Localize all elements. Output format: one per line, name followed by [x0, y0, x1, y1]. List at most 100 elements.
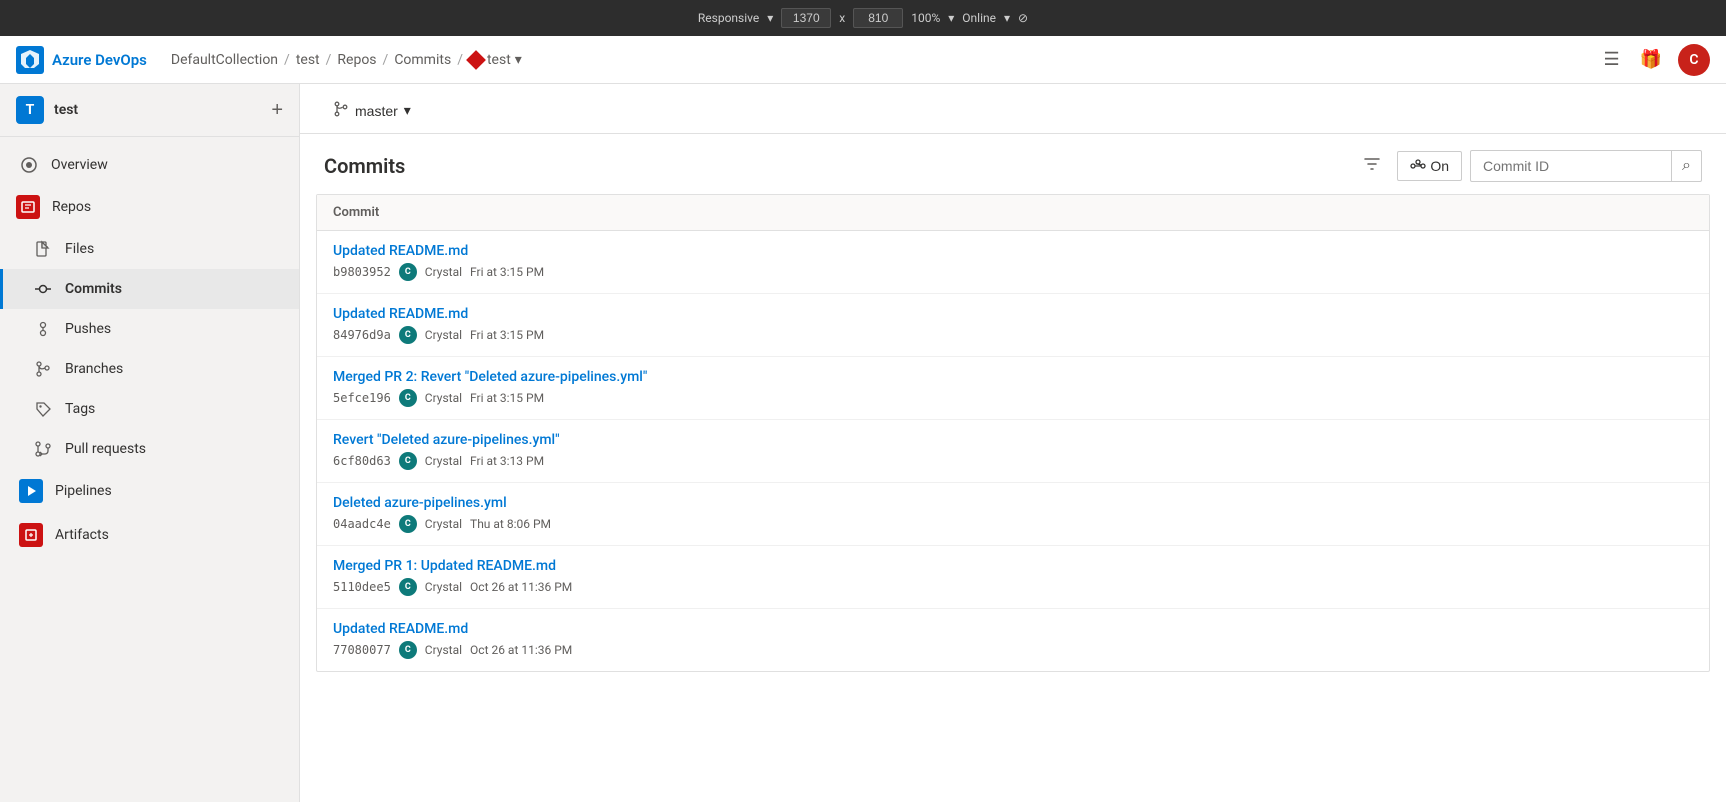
branch-name: master [355, 103, 398, 119]
commits-icon [33, 279, 53, 299]
graph-on-button[interactable]: On [1397, 151, 1462, 181]
top-nav: Azure DevOps DefaultCollection / test / … [0, 36, 1726, 84]
commits-toolbar: On ⌕ [1355, 150, 1702, 182]
branch-chevron-icon: ▾ [404, 102, 411, 119]
commits-column-header: Commit [333, 205, 379, 220]
sidebar-item-tags[interactable]: Tags [0, 389, 299, 429]
project-icon: T [16, 96, 44, 124]
commit-message: Updated README.md [333, 621, 1693, 637]
commits-table-header: Commit [317, 195, 1709, 231]
sidebar-item-commits[interactable]: Commits [0, 269, 299, 309]
commit-id-search: ⌕ [1470, 150, 1702, 182]
commit-meta: 6cf80d63 C Crystal Fri at 3:13 PM [333, 452, 1693, 470]
overview-icon [19, 155, 39, 175]
breadcrumb: DefaultCollection / test / Repos / Commi… [171, 52, 1600, 68]
commit-author: Crystal [425, 454, 462, 468]
commit-meta: 84976d9a C Crystal Fri at 3:15 PM [333, 326, 1693, 344]
breadcrumb-sep-3: / [383, 52, 389, 68]
sidebar-item-label-tags: Tags [65, 401, 95, 417]
main-content: T test + Overview [0, 84, 1726, 802]
pull-requests-icon [33, 439, 53, 459]
breadcrumb-repos[interactable]: Repos [337, 52, 376, 68]
sidebar-nav: Overview Repos Files [0, 137, 299, 565]
sidebar-item-pushes[interactable]: Pushes [0, 309, 299, 349]
zoom-dropdown-icon: ▾ [948, 11, 954, 25]
app-logo[interactable]: Azure DevOps [16, 46, 147, 74]
sidebar-project: T test [16, 96, 78, 124]
commit-row[interactable]: Updated README.md 84976d9a C Crystal Fri… [317, 294, 1709, 357]
commit-message: Merged PR 1: Updated README.md [333, 558, 1693, 574]
tags-icon [33, 399, 53, 419]
online-label: Online [962, 11, 996, 25]
commit-row[interactable]: Updated README.md 77080077 C Crystal Oct… [317, 609, 1709, 671]
app: Azure DevOps DefaultCollection / test / … [0, 36, 1726, 802]
commit-row[interactable]: Updated README.md b9803952 C Crystal Fri… [317, 231, 1709, 294]
sidebar: T test + Overview [0, 84, 300, 802]
commit-message: Updated README.md [333, 243, 1693, 259]
sidebar-item-label-overview: Overview [51, 157, 108, 173]
repo-chevron-icon: ▾ [515, 52, 522, 68]
sidebar-item-files[interactable]: Files [0, 229, 299, 269]
commit-meta: 5efce196 C Crystal Fri at 3:15 PM [333, 389, 1693, 407]
commits-title: Commits [324, 154, 405, 178]
commit-sha: 6cf80d63 [333, 454, 391, 468]
commit-date: Oct 26 at 11:36 PM [470, 643, 572, 657]
commit-row[interactable]: Merged PR 2: Revert "Deleted azure-pipel… [317, 357, 1709, 420]
commit-message: Deleted azure-pipelines.yml [333, 495, 1693, 511]
files-icon [33, 239, 53, 259]
sidebar-item-pipelines[interactable]: Pipelines [0, 469, 299, 513]
commit-row[interactable]: Merged PR 1: Updated README.md 5110dee5 … [317, 546, 1709, 609]
filter-button[interactable] [1355, 151, 1389, 182]
content-area: master ▾ Commits On [300, 84, 1726, 802]
sidebar-item-pull-requests[interactable]: Pull requests [0, 429, 299, 469]
branch-selector-button[interactable]: master ▾ [324, 96, 420, 125]
pushes-icon [33, 319, 53, 339]
gift-icon-button[interactable]: 🎁 [1636, 45, 1666, 74]
commit-message: Merged PR 2: Revert "Deleted azure-pipel… [333, 369, 1693, 385]
commits-table: Commit Updated README.md b9803952 C Crys… [316, 194, 1710, 672]
sidebar-item-overview[interactable]: Overview [0, 145, 299, 185]
commit-id-input[interactable] [1471, 152, 1671, 180]
sidebar-add-button[interactable]: + [271, 100, 283, 120]
sidebar-item-label-commits: Commits [65, 281, 122, 297]
azure-devops-logo-icon [16, 46, 44, 74]
commit-meta: 04aadc4e C Crystal Thu at 8:06 PM [333, 515, 1693, 533]
settings-icon[interactable]: ⊘ [1018, 11, 1028, 25]
project-name: test [54, 102, 78, 118]
commit-date: Fri at 3:13 PM [470, 454, 544, 468]
breadcrumb-collection[interactable]: DefaultCollection [171, 52, 278, 68]
pipelines-icon [19, 479, 43, 503]
commit-sha: 84976d9a [333, 328, 391, 342]
commit-author-avatar: C [399, 389, 417, 407]
commit-date: Fri at 3:15 PM [470, 265, 544, 279]
commit-sha: b9803952 [333, 265, 391, 279]
items-icon-button[interactable]: ☰ [1599, 45, 1623, 74]
breadcrumb-repo-tag[interactable]: test ▾ [469, 52, 522, 68]
sidebar-item-repos[interactable]: Repos [0, 185, 299, 229]
search-icon: ⌕ [1682, 157, 1691, 174]
width-input[interactable] [781, 8, 831, 28]
user-avatar[interactable]: C [1678, 44, 1710, 76]
items-icon: ☰ [1603, 49, 1619, 70]
commits-list: Updated README.md b9803952 C Crystal Fri… [317, 231, 1709, 671]
sidebar-item-label-artifacts: Artifacts [55, 527, 109, 543]
top-nav-actions: ☰ 🎁 C [1599, 44, 1710, 76]
commit-meta: 77080077 C Crystal Oct 26 at 11:36 PM [333, 641, 1693, 659]
breadcrumb-project[interactable]: test [296, 52, 320, 68]
breadcrumb-commits[interactable]: Commits [394, 52, 451, 68]
commit-sha: 77080077 [333, 643, 391, 657]
sidebar-item-label-pipelines: Pipelines [55, 483, 112, 499]
add-icon: + [271, 99, 283, 121]
commit-row[interactable]: Deleted azure-pipelines.yml 04aadc4e C C… [317, 483, 1709, 546]
sidebar-item-branches[interactable]: Branches [0, 349, 299, 389]
commit-sha: 5110dee5 [333, 580, 391, 594]
commit-row[interactable]: Revert "Deleted azure-pipelines.yml" 6cf… [317, 420, 1709, 483]
sidebar-item-artifacts[interactable]: Artifacts [0, 513, 299, 557]
graph-on-label: On [1430, 158, 1449, 174]
breadcrumb-sep-4: / [457, 52, 463, 68]
commit-sha: 5efce196 [333, 391, 391, 405]
commit-sha: 04aadc4e [333, 517, 391, 531]
sidebar-item-label-pushes: Pushes [65, 321, 111, 337]
height-input[interactable] [853, 8, 903, 28]
commit-id-search-button[interactable]: ⌕ [1671, 151, 1701, 181]
